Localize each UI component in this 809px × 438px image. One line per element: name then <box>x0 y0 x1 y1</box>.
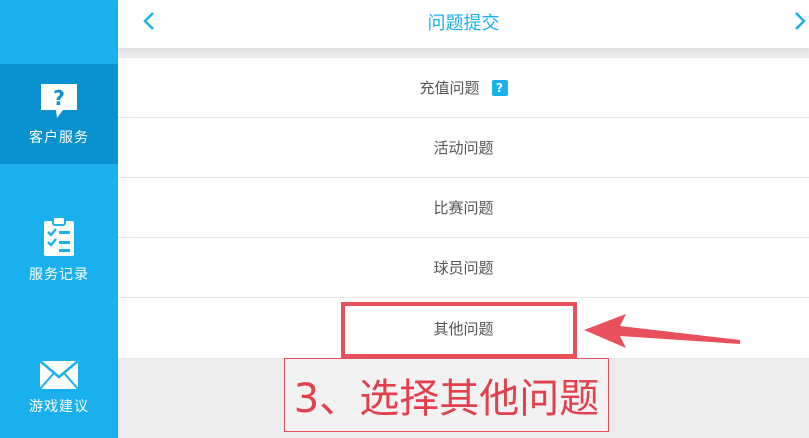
chevron-right-icon <box>793 11 807 35</box>
annotation-note-text: 3、选择其他问题 <box>293 376 600 422</box>
annotation-note: 3、选择其他问题 <box>284 358 609 432</box>
sidebar-item-label: 客户服务 <box>29 130 89 146</box>
sidebar-item-service-records[interactable]: 服务记录 <box>0 200 118 300</box>
sidebar: ? 客户服务 服务记录 游戏建议 <box>0 0 118 438</box>
help-icon[interactable]: ? <box>491 79 508 96</box>
list-item-match[interactable]: 比赛问题 <box>118 178 809 238</box>
sidebar-item-label: 服务记录 <box>29 267 89 283</box>
sidebar-item-game-suggestions[interactable]: 游戏建议 <box>0 338 118 438</box>
envelope-icon <box>39 360 79 390</box>
list-item-activity[interactable]: 活动问题 <box>118 118 809 178</box>
sidebar-item-customer-service[interactable]: ? 客户服务 <box>0 64 118 164</box>
clipboard-checklist-icon <box>42 216 76 258</box>
svg-text:?: ? <box>53 86 65 110</box>
sidebar-item-label: 游戏建议 <box>29 399 89 415</box>
list-item-label: 活动问题 <box>433 139 494 157</box>
arrow-left-icon <box>580 312 744 356</box>
highlight-box <box>341 302 577 358</box>
list-item-label: 球员问题 <box>433 259 494 277</box>
list-item-player[interactable]: 球员问题 <box>118 238 809 298</box>
page-title: 问题提交 <box>427 13 500 34</box>
header-bar: 问题提交 <box>118 0 809 49</box>
forward-button[interactable] <box>785 8 809 38</box>
help-bubble-icon: ? <box>38 81 80 121</box>
list-item-label: 充值问题 <box>419 79 480 97</box>
list-item-label: 比赛问题 <box>433 199 494 217</box>
list-item-recharge[interactable]: 充值问题 ? <box>118 58 809 118</box>
